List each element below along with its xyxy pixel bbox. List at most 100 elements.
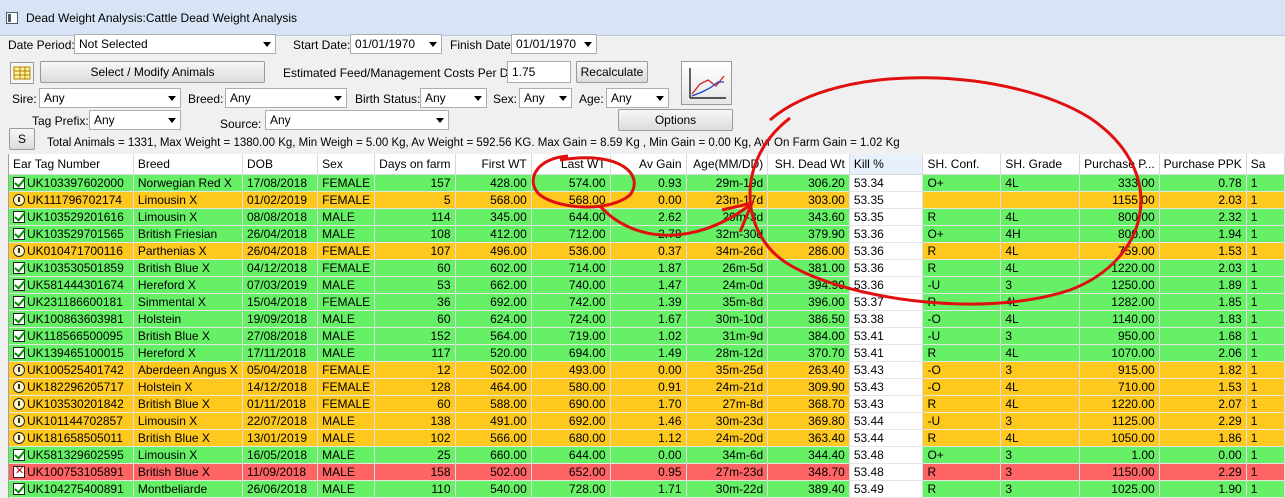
recalculate-button[interactable]: Recalculate <box>576 61 648 83</box>
cell-pp: 800.00 <box>1079 225 1160 243</box>
cell-sa-text: 1 <box>1250 294 1258 309</box>
cell-last: 493.00 <box>531 361 611 379</box>
select-modify-animals-button[interactable]: Select / Modify Animals <box>40 61 265 83</box>
start-date-label: Start Date: <box>293 38 351 52</box>
cell-sa: 1 <box>1246 446 1285 464</box>
cell-conf: -O <box>922 361 1002 379</box>
chevron-down-icon <box>168 118 176 123</box>
cell-conf-text: -O <box>927 362 941 377</box>
cell-kill: 53.48 <box>849 463 924 481</box>
age-select[interactable]: Any <box>606 88 669 108</box>
cell-dead-text: 369.80 <box>808 413 845 428</box>
table-row[interactable]: UK100863603981 Holstein 19/09/2018 MALE 60 62… <box>9 310 1285 328</box>
cell-dead-text: 394.90 <box>808 277 845 292</box>
column-header-sex[interactable]: Sex <box>317 154 376 175</box>
column-header-sh-grade[interactable]: SH. Grade <box>1000 154 1080 175</box>
table-row[interactable]: UK118566500095 British Blue X 27/08/2018 MA… <box>9 327 1285 345</box>
cell-days-text: 36 <box>437 294 451 309</box>
column-header-last-wt[interactable]: Last WT <box>531 154 611 175</box>
cell-last-text: 680.00 <box>568 430 606 445</box>
cell-breed: British Blue X <box>133 259 243 277</box>
cell-kill-text: 53.49 <box>853 481 884 496</box>
chart-button[interactable] <box>681 61 732 105</box>
cell-first-text: 602.00 <box>490 260 527 275</box>
column-header-days-on-farm[interactable]: Days on farm <box>374 154 456 175</box>
cell-conf: -U <box>922 412 1002 430</box>
table-row[interactable]: UK103530201842 British Blue X 01/11/2018 FE… <box>9 395 1285 413</box>
cell-kill: 53.48 <box>849 446 924 464</box>
table-row[interactable]: UK103397602000 Norwegian Red X 17/08/2018 F… <box>9 174 1285 192</box>
column-header-age[interactable]: Age(MM/DD) <box>686 154 769 175</box>
animals-table[interactable]: Ear Tag Number Breed DOB Sex Days on far… <box>8 154 1285 498</box>
breed-select[interactable]: Any <box>225 88 347 108</box>
cell-grade: 4L <box>1000 259 1080 277</box>
cell-sex: FEMALE <box>317 378 376 396</box>
column-header-dob[interactable]: DOB <box>242 154 319 175</box>
cell-ppk: 2.03 <box>1159 259 1247 277</box>
cell-age: 29m-19d <box>686 174 769 192</box>
cell-sa: 1 <box>1246 174 1285 192</box>
cell-pp-text: 1070.00 <box>1111 345 1155 360</box>
pending-clock-icon <box>13 380 25 393</box>
cell-gain-text: 1.12 <box>658 430 682 445</box>
column-header-ear-tag[interactable]: Ear Tag Number <box>9 154 134 175</box>
table-row[interactable]: UK111796702174 Limousin X 01/02/2019 FEMALE… <box>9 191 1285 209</box>
cell-first-text: 566.00 <box>490 430 527 445</box>
cell-sa: 1 <box>1246 429 1285 447</box>
table-row[interactable]: UK181658505011 British Blue X 13/01/2019 MA… <box>9 429 1285 447</box>
grid-view-button[interactable] <box>10 62 34 84</box>
table-row[interactable]: UK103529201616 Limousin X 08/08/2018 MALE 11… <box>9 208 1285 226</box>
cell-sa-text: 1 <box>1250 464 1258 479</box>
table-row[interactable]: UK100753105891 British Blue X 11/09/2018 MA… <box>9 463 1285 481</box>
cell-age-text: 35m-8d <box>722 294 764 309</box>
birth-status-select[interactable]: Any <box>420 88 487 108</box>
table-row[interactable]: UK139465100015 Hereford X 17/11/2018 MALE 11… <box>9 344 1285 362</box>
column-header-purchase-ppk[interactable]: Purchase PPK <box>1159 154 1247 175</box>
table-row[interactable]: UK104275400891 Montbeliarde 26/06/2018 MALE… <box>9 480 1285 498</box>
sire-select[interactable]: Any <box>39 88 181 108</box>
table-row[interactable]: UK103529701565 British Friesian 26/04/2018… <box>9 225 1285 243</box>
cell-ppk-text: 0.78 <box>1218 175 1242 190</box>
finish-date-picker[interactable]: 01/01/1970 <box>511 34 597 54</box>
cell-tag-text: UK182296205717 <box>27 379 124 394</box>
date-period-select[interactable]: Not Selected <box>74 34 276 54</box>
cell-gain-text: 0.37 <box>658 243 682 258</box>
sex-select[interactable]: Any <box>519 88 572 108</box>
table-row[interactable]: UK103530501859 British Blue X 04/12/2018 FE… <box>9 259 1285 277</box>
column-header-first-wt[interactable]: First WT <box>455 154 532 175</box>
table-row[interactable]: UK100525401742 Aberdeen Angus X 05/04/2018… <box>9 361 1285 379</box>
column-header-breed[interactable]: Breed <box>133 154 243 175</box>
column-header-sh-dead-wt[interactable]: SH. Dead Wt <box>767 154 850 175</box>
cell-dead-text: 309.90 <box>808 379 845 394</box>
cell-last-text: 719.00 <box>568 328 606 343</box>
s-button[interactable]: S <box>9 128 35 150</box>
cell-dob-text: 26/04/2018 <box>246 243 307 258</box>
table-row[interactable]: UK010471700116 Parthenias X 26/04/2018 FEMA… <box>9 242 1285 260</box>
column-header-kill-pct[interactable]: Kill % <box>849 154 924 175</box>
feed-cost-input[interactable]: 1.75 <box>507 61 571 83</box>
cell-breed-text: Norwegian Red X <box>137 175 232 190</box>
cell-days: 5 <box>374 191 456 209</box>
column-header-purchase-price[interactable]: Purchase P... <box>1079 154 1160 175</box>
cell-gain: 0.00 <box>610 361 687 379</box>
start-date-picker[interactable]: 01/01/1970 <box>350 34 442 54</box>
column-header-av-gain[interactable]: Av Gain <box>610 154 687 175</box>
cell-pp: 1140.00 <box>1079 310 1160 328</box>
column-header-sa[interactable]: Sa <box>1246 154 1285 175</box>
table-row[interactable]: UK231186600181 Simmental X 15/04/2018 FEMAL… <box>9 293 1285 311</box>
column-header-sh-conf[interactable]: SH. Conf. <box>922 154 1002 175</box>
source-select[interactable]: Any <box>265 110 449 130</box>
cell-age: 24m-20d <box>686 429 769 447</box>
cell-days: 158 <box>374 463 456 481</box>
table-row[interactable]: UK581329602595 Limousin X 16/05/2018 MALE 25… <box>9 446 1285 464</box>
cell-gain-text: 0.95 <box>658 464 682 479</box>
table-row[interactable]: UK182296205717 Holstein X 14/12/2018 FEMALE… <box>9 378 1285 396</box>
options-button[interactable]: Options <box>618 109 733 131</box>
tag-prefix-select[interactable]: Any <box>89 110 181 130</box>
table-row[interactable]: UK581444301674 Hereford X 07/03/2019 MALE 53… <box>9 276 1285 294</box>
cell-kill: 53.38 <box>849 310 924 328</box>
cell-sex-text: MALE <box>322 226 355 241</box>
cell-gain-text: 1.47 <box>658 277 682 292</box>
cell-dob-text: 22/07/2018 <box>246 413 307 428</box>
table-row[interactable]: UK101144702857 Limousin X 22/07/2018 MALE 13… <box>9 412 1285 430</box>
